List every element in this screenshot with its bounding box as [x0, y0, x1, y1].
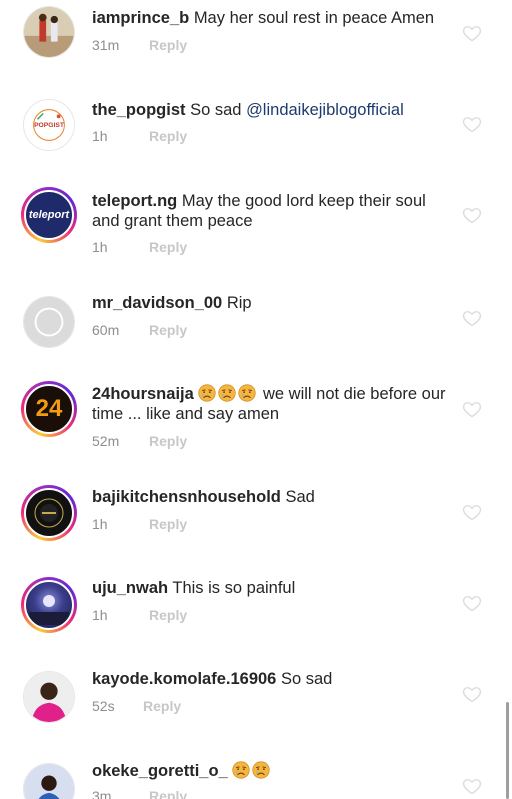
scrollbar[interactable] — [506, 702, 509, 799]
heart-icon[interactable] — [462, 593, 482, 613]
person-photo — [24, 672, 74, 722]
heart-icon[interactable] — [462, 23, 482, 43]
comment-text: okeke_goretti_o_ — [92, 761, 452, 781]
avatar[interactable] — [21, 577, 77, 633]
comment-meta: 1h Reply — [92, 607, 187, 623]
comment-time: 1h — [92, 607, 108, 623]
comment-text: mr_davidson_00 Rip — [92, 293, 452, 313]
comment-time: 1h — [92, 128, 108, 144]
comment-time: 3m — [92, 788, 112, 799]
reply-button[interactable]: Reply — [149, 788, 187, 799]
popgist-logo: POPGIST — [24, 100, 74, 150]
reply-button[interactable]: Reply — [149, 128, 187, 144]
avatar-photo — [24, 7, 74, 57]
comment-text: iamprince_b May her soul rest in peace A… — [92, 8, 452, 28]
reply-button[interactable]: Reply — [143, 698, 181, 714]
comment-text: uju_nwah This is so painful — [92, 578, 452, 598]
avatar[interactable] — [23, 296, 75, 348]
comment-username[interactable]: iamprince_b — [92, 9, 189, 27]
comment-body: May her soul rest in peace Amen — [193, 9, 435, 27]
heart-icon[interactable] — [462, 205, 482, 225]
reply-button[interactable]: Reply — [149, 239, 187, 255]
reply-button[interactable]: Reply — [149, 322, 187, 338]
comment-body: Rip — [226, 294, 252, 312]
moon-photo — [29, 595, 69, 625]
heart-icon[interactable] — [462, 776, 482, 796]
reply-button[interactable]: Reply — [149, 607, 187, 623]
comment-time: 52s — [92, 698, 115, 714]
comment-username[interactable]: mr_davidson_00 — [92, 294, 222, 312]
crying-face-icon — [252, 761, 270, 779]
avatar[interactable] — [21, 485, 77, 541]
comment-username[interactable]: bajikitchensnhousehold — [92, 488, 281, 506]
reply-button[interactable]: Reply — [149, 433, 187, 449]
crying-face-icon — [238, 384, 256, 402]
comment-username[interactable]: teleport.ng — [92, 192, 177, 210]
default-profile-icon — [24, 297, 74, 347]
comment-text: bajikitchensnhousehold Sad — [92, 487, 452, 507]
crying-face-icon — [232, 761, 250, 779]
crying-face-icon — [198, 384, 216, 402]
avatar[interactable] — [23, 671, 75, 723]
avatar[interactable] — [23, 6, 75, 58]
comment-text: teleport.ng May the good lord keep their… — [92, 191, 452, 231]
crying-face-icon — [218, 384, 236, 402]
comment-time: 1h — [92, 239, 108, 255]
comment-time: 31m — [92, 37, 120, 53]
person-photo — [24, 764, 74, 799]
comment-username[interactable]: the_popgist — [92, 101, 186, 119]
teleport-logo: teleport — [28, 209, 70, 221]
reply-button[interactable]: Reply — [149, 37, 187, 53]
comment-meta: 1h Reply — [92, 239, 187, 255]
comment-meta: 1h Reply — [92, 516, 187, 532]
svg-text:POPGIST: POPGIST — [34, 122, 65, 129]
heart-icon[interactable] — [462, 684, 482, 704]
comment-text: 24hoursnaija we will not die before our … — [92, 384, 452, 424]
24-logo: 24 — [35, 395, 63, 422]
comment-time: 1h — [92, 516, 108, 532]
comment-time: 52m — [92, 433, 120, 449]
comment-text: kayode.komolafe.16906 So sad — [92, 669, 452, 689]
comment-meta: 52s Reply — [92, 698, 181, 714]
heart-icon[interactable] — [462, 399, 482, 419]
comment-meta: 31m Reply — [92, 37, 187, 53]
comment-meta: 60m Reply — [92, 322, 187, 338]
comment-username[interactable]: uju_nwah — [92, 579, 168, 597]
avatar[interactable]: 24 — [21, 381, 77, 437]
comment-meta: 1h Reply — [92, 128, 187, 144]
comment-meta: 3m Reply — [92, 788, 187, 799]
avatar[interactable] — [23, 763, 75, 799]
comment-body: Sad — [285, 488, 315, 506]
comment-username[interactable]: 24hoursnaija — [92, 385, 194, 403]
comment-username[interactable]: kayode.komolafe.16906 — [92, 670, 276, 688]
comment-body: This is so painful — [172, 579, 296, 597]
heart-icon[interactable] — [462, 502, 482, 522]
comment-text: the_popgist So sad @lindaikejiblogoffici… — [92, 100, 452, 120]
comment-body: So sad — [190, 101, 247, 119]
comments-list: iamprince_b May her soul rest in peace A… — [0, 0, 512, 799]
comment-meta: 52m Reply — [92, 433, 187, 449]
comment-body: So sad — [280, 670, 333, 688]
heart-icon[interactable] — [462, 308, 482, 328]
comment-username[interactable]: okeke_goretti_o_ — [92, 762, 228, 780]
mention-link[interactable]: @lindaikejiblogofficial — [246, 101, 404, 119]
avatar[interactable]: teleport — [21, 187, 77, 243]
baji-logo — [34, 498, 64, 528]
avatar[interactable]: POPGIST — [23, 99, 75, 151]
heart-icon[interactable] — [462, 114, 482, 134]
comment-time: 60m — [92, 322, 120, 338]
reply-button[interactable]: Reply — [149, 516, 187, 532]
